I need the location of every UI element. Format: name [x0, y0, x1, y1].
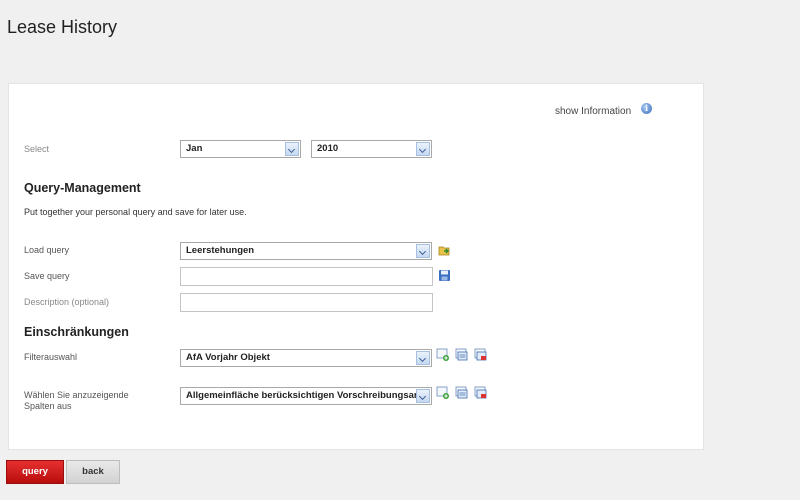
- year-select[interactable]: 2010: [311, 140, 432, 158]
- filter-select[interactable]: AfA Vorjahr Objekt: [180, 349, 432, 367]
- select-label: Select: [24, 144, 50, 154]
- delete-icon[interactable]: [474, 348, 487, 361]
- query-management-heading: Query-Management: [24, 181, 141, 195]
- delete-icon[interactable]: [474, 386, 487, 399]
- chevron-down-icon: [416, 142, 430, 156]
- columns-select-value: Allgemeinfläche berücksichtigen Vorschre…: [186, 390, 421, 401]
- chevron-down-icon: [416, 389, 430, 403]
- save-query-input[interactable]: [180, 267, 433, 286]
- info-icon[interactable]: i: [641, 103, 652, 114]
- description-input[interactable]: [180, 293, 433, 312]
- edit-icon[interactable]: [455, 348, 468, 361]
- save-query-label: Save query: [24, 271, 70, 281]
- columns-label-line1: Wählen Sie anzuzeigende: [24, 390, 129, 400]
- page-title: Lease History: [7, 17, 118, 37]
- filter-label: Filterauswahl: [24, 352, 78, 362]
- back-button[interactable]: back: [66, 460, 120, 484]
- query-button[interactable]: query: [6, 460, 64, 484]
- month-select[interactable]: Jan: [180, 140, 301, 158]
- open-folder-icon[interactable]: [438, 244, 451, 257]
- query-management-description: Put together your personal query and sav…: [24, 207, 247, 217]
- load-query-label: Load query: [24, 245, 70, 255]
- query-panel: show Information i Select Jan 2010 Query…: [8, 83, 704, 450]
- description-label: Description (optional): [24, 297, 110, 307]
- chevron-down-icon: [416, 244, 430, 258]
- columns-select[interactable]: Allgemeinfläche berücksichtigen Vorschre…: [180, 387, 432, 405]
- save-disk-icon[interactable]: [438, 269, 451, 282]
- year-select-value: 2010: [317, 143, 339, 154]
- add-icon[interactable]: [436, 348, 449, 361]
- chevron-down-icon: [285, 142, 299, 156]
- columns-label-line2: Spalten aus: [24, 401, 72, 411]
- filter-select-value: AfA Vorjahr Objekt: [186, 352, 270, 363]
- load-query-value: Leerstehungen: [186, 245, 255, 256]
- show-information-link[interactable]: show Information: [555, 106, 631, 117]
- restrictions-heading: Einschränkungen: [24, 325, 129, 339]
- load-query-select[interactable]: Leerstehungen: [180, 242, 432, 260]
- add-icon[interactable]: [436, 386, 449, 399]
- month-select-value: Jan: [186, 143, 203, 154]
- edit-icon[interactable]: [455, 386, 468, 399]
- chevron-down-icon: [416, 351, 430, 365]
